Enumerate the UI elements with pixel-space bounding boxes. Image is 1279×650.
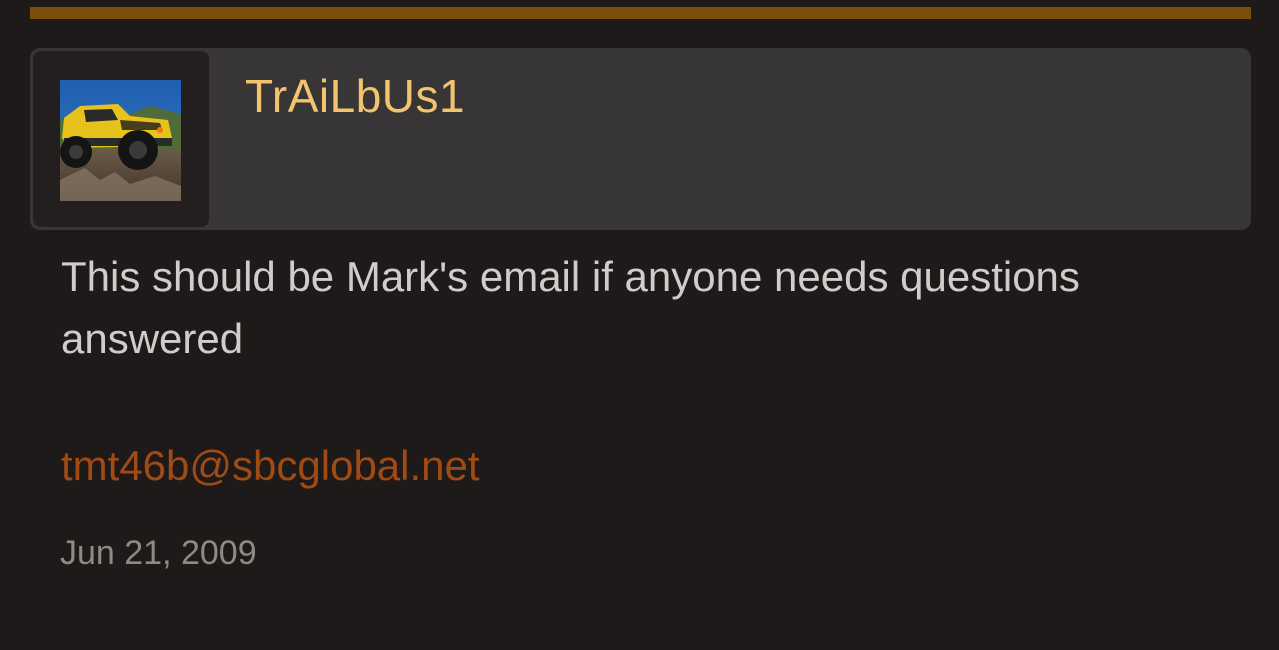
- post-date[interactable]: Jun 21, 2009: [60, 533, 257, 573]
- avatar-frame[interactable]: [33, 51, 209, 227]
- avatar[interactable]: [60, 80, 181, 201]
- thread-accent-bar: [30, 7, 1251, 19]
- email-link[interactable]: tmt46b@sbcglobal.net: [61, 436, 480, 496]
- username[interactable]: TrAiLbUs1: [245, 70, 465, 122]
- post-header: TrAiLbUs1: [30, 48, 1251, 230]
- post-message: This should be Mark's email if anyone ne…: [61, 253, 1080, 362]
